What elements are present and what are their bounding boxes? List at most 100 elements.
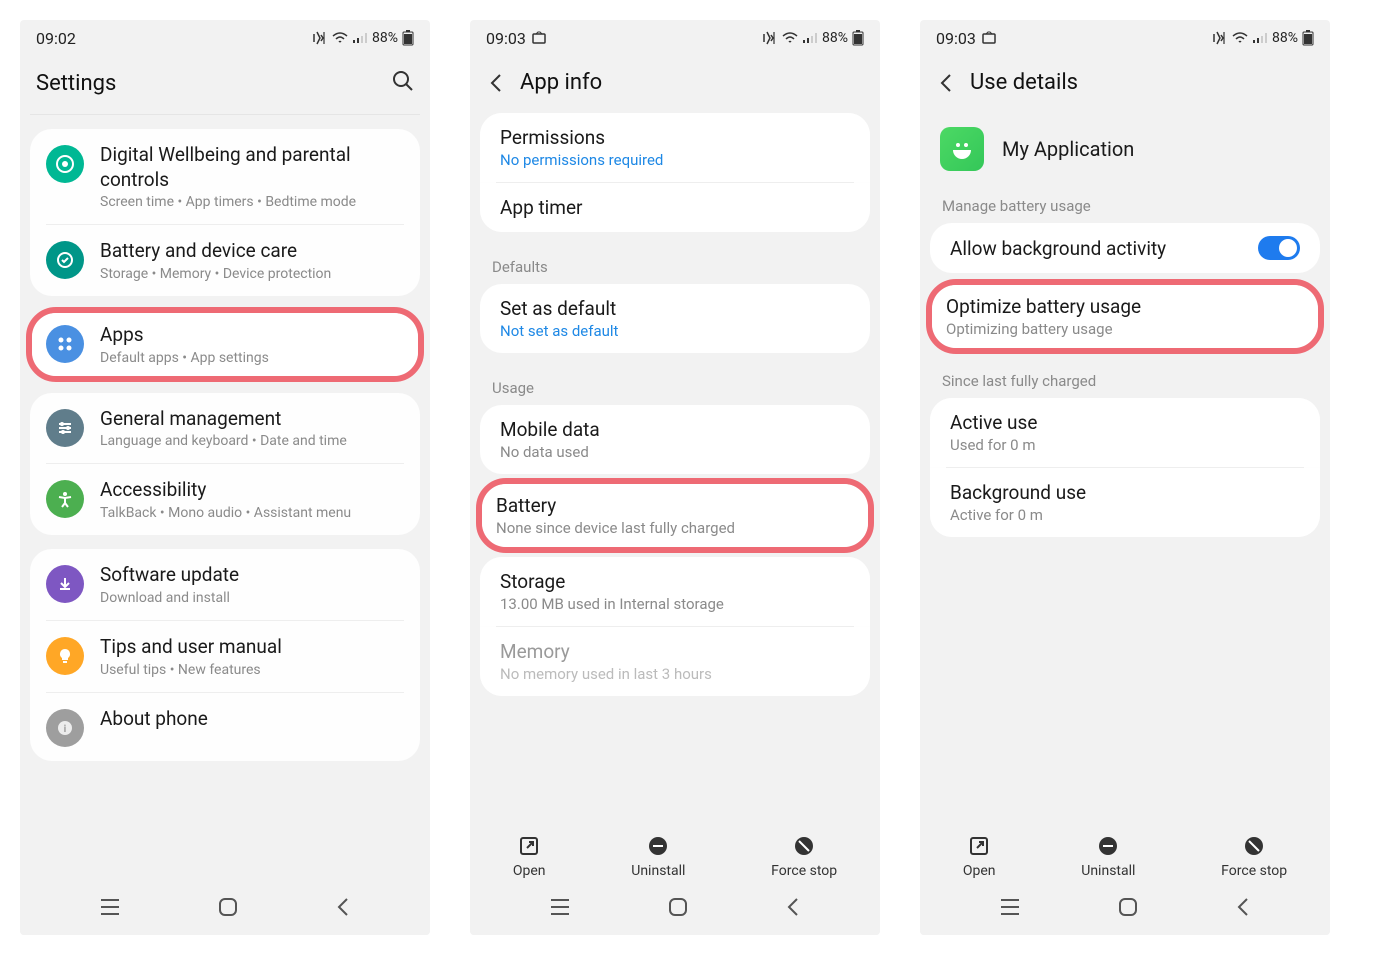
highlight-optimize: Optimize battery usage Optimizing batter… — [926, 279, 1324, 354]
page-title: Use details — [970, 70, 1078, 95]
about-title: About phone — [100, 707, 404, 732]
tips-title: Tips and user manual — [100, 635, 404, 660]
allow-bg-title: Allow background activity — [950, 237, 1166, 260]
row-permissions[interactable]: Permissions No permissions required — [480, 113, 870, 182]
action-open-label: Open — [963, 863, 996, 879]
nav-home[interactable] — [668, 897, 688, 921]
battery-icon — [402, 30, 414, 46]
page-title: App info — [520, 70, 602, 95]
settings-item-update[interactable]: Software update Download and install — [30, 549, 420, 620]
row-allow-bg[interactable]: Allow background activity — [930, 223, 1320, 273]
update-title: Software update — [100, 563, 404, 588]
memory-title: Memory — [500, 640, 850, 663]
permissions-title: Permissions — [500, 126, 850, 149]
section-usage: Usage — [470, 367, 880, 405]
settings-item-battery[interactable]: Battery and device care Storage • Memory… — [30, 225, 420, 296]
accessibility-title: Accessibility — [100, 478, 404, 503]
status-bar: 09:02 88% — [20, 20, 430, 56]
force-stop-icon — [791, 833, 817, 859]
wifi-icon — [782, 32, 798, 44]
nav-recents[interactable] — [999, 898, 1021, 920]
action-force-stop-label: Force stop — [1221, 863, 1287, 879]
vibrate-icon — [1212, 31, 1228, 45]
status-battery-pct: 88% — [1272, 30, 1298, 46]
wellbeing-title: Digital Wellbeing and parental controls — [100, 143, 404, 192]
back-button[interactable] — [486, 73, 506, 93]
row-storage[interactable]: Storage 13.00 MB used in Internal storag… — [480, 557, 870, 626]
app-header: My Application — [920, 113, 1330, 185]
row-memory[interactable]: Memory No memory used in last 3 hours — [480, 627, 870, 696]
section-since: Since last fully charged — [920, 360, 1330, 398]
row-app-timer[interactable]: App timer — [480, 183, 870, 232]
action-force-stop[interactable]: Force stop — [771, 833, 837, 879]
status-icons: 88% — [312, 30, 414, 46]
vibrate-icon — [762, 31, 778, 45]
wifi-icon — [332, 32, 348, 44]
nav-back[interactable] — [335, 897, 351, 921]
status-battery-pct: 88% — [372, 30, 398, 46]
action-uninstall-label: Uninstall — [1081, 863, 1135, 879]
nav-bar — [920, 885, 1330, 935]
settings-item-accessibility[interactable]: Accessibility TalkBack • Mono audio • As… — [30, 464, 420, 535]
settings-item-wellbeing[interactable]: Digital Wellbeing and parental controls … — [30, 129, 420, 224]
status-time: 09:03 — [486, 29, 526, 48]
status-battery-pct: 88% — [822, 30, 848, 46]
action-uninstall[interactable]: Uninstall — [1081, 833, 1135, 879]
row-optimize[interactable]: Optimize battery usage Optimizing batter… — [932, 285, 1318, 348]
storage-title: Storage — [500, 570, 850, 593]
mobile-data-sub: No data used — [500, 443, 850, 461]
tips-icon — [46, 637, 84, 675]
allow-bg-toggle[interactable] — [1258, 236, 1300, 260]
wifi-icon — [1232, 32, 1248, 44]
row-active-use[interactable]: Active use Used for 0 m — [930, 398, 1320, 467]
action-open-label: Open — [513, 863, 546, 879]
settings-item-apps[interactable]: Apps Default apps • App settings — [32, 313, 418, 376]
nav-back[interactable] — [1235, 897, 1251, 921]
highlight-battery: Battery None since device last fully cha… — [476, 478, 874, 553]
action-force-stop[interactable]: Force stop — [1221, 833, 1287, 879]
apps-title: Apps — [100, 323, 404, 348]
action-uninstall[interactable]: Uninstall — [631, 833, 685, 879]
action-open[interactable]: Open — [513, 833, 546, 879]
settings-item-general[interactable]: General management Language and keyboard… — [30, 393, 420, 464]
header: Use details — [920, 56, 1330, 113]
phone-screen-use-details: 09:03 88% Use details My Application Man… — [920, 20, 1330, 935]
card-usage-2: Storage 13.00 MB used in Internal storag… — [480, 557, 870, 696]
nav-bar — [20, 885, 430, 935]
status-bar: 09:03 88% — [920, 20, 1330, 56]
battery-icon — [852, 30, 864, 46]
settings-item-about[interactable]: i About phone — [30, 693, 420, 761]
status-icons: 88% — [762, 30, 864, 46]
header: Settings — [20, 56, 430, 114]
row-battery[interactable]: Battery None since device last fully cha… — [482, 484, 868, 547]
svg-text:i: i — [64, 724, 67, 735]
general-title: General management — [100, 407, 404, 432]
accessibility-sub: TalkBack • Mono audio • Assistant menu — [100, 505, 404, 521]
back-button[interactable] — [936, 73, 956, 93]
nav-recents[interactable] — [99, 898, 121, 920]
app-icon — [940, 127, 984, 171]
status-time: 09:03 — [936, 29, 976, 48]
row-set-default[interactable]: Set as default Not set as default — [480, 284, 870, 353]
vibrate-icon — [312, 31, 328, 45]
nav-recents[interactable] — [549, 898, 571, 920]
uninstall-icon — [1095, 833, 1121, 859]
card-since: Active use Used for 0 m Background use A… — [930, 398, 1320, 537]
phone-screen-app-info: 09:03 88% App info Permissions No permis… — [470, 20, 880, 935]
nav-home[interactable] — [1118, 897, 1138, 921]
background-title: Background use — [950, 481, 1300, 504]
action-open[interactable]: Open — [963, 833, 996, 879]
settings-card-3: Software update Download and install Tip… — [30, 549, 420, 760]
nav-back[interactable] — [785, 897, 801, 921]
status-icons: 88% — [1212, 30, 1314, 46]
search-button[interactable] — [392, 70, 414, 96]
battery-title: Battery — [496, 494, 854, 517]
nav-bar — [470, 885, 880, 935]
highlight-apps: Apps Default apps • App settings — [26, 307, 424, 382]
background-sub: Active for 0 m — [950, 506, 1300, 524]
row-background-use[interactable]: Background use Active for 0 m — [930, 468, 1320, 537]
nav-home[interactable] — [218, 897, 238, 921]
open-icon — [966, 833, 992, 859]
row-mobile-data[interactable]: Mobile data No data used — [480, 405, 870, 474]
settings-item-tips[interactable]: Tips and user manual Useful tips • New f… — [30, 621, 420, 692]
